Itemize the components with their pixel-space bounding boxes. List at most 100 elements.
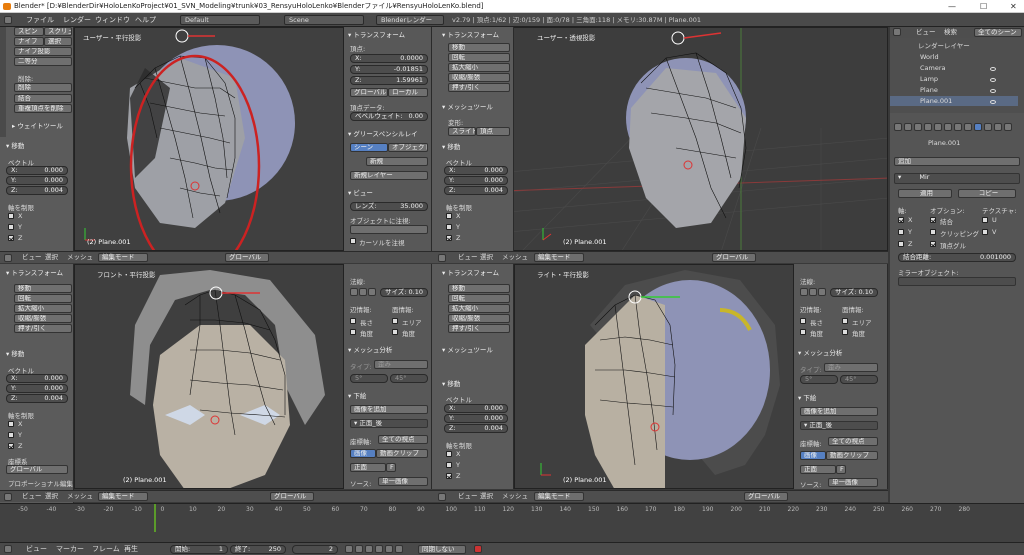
f-button[interactable]: F [386,463,396,472]
outliner-view-menu[interactable]: ビュー [916,27,936,38]
axis-z-checkbox[interactable] [8,235,14,241]
timeline-marker-menu[interactable]: マーカー [56,543,84,555]
header-view-menu[interactable]: ビュー [22,252,42,263]
timeline-playback-menu[interactable]: 再生 [124,543,138,555]
br-face-angle-checkbox[interactable] [842,329,848,335]
source-selector[interactable]: 単一画像 [378,477,428,486]
mesh-tools-section[interactable]: ▾ メッシュツール [442,101,493,111]
br-analysis-max-field[interactable]: 45° [840,375,878,384]
front-image-button[interactable]: 正面 [350,463,386,472]
menu-file[interactable]: ファイル [26,13,54,27]
analysis-min-field[interactable]: 5° [350,374,388,383]
shrink-fatten-button[interactable]: 収縮/膨張 [448,73,510,82]
br-f-button[interactable]: F [836,465,846,474]
mid-y-field[interactable]: Y: 0.000 [444,176,508,185]
header2-view-menu[interactable]: ビュー [458,252,478,263]
knife-button[interactable]: ナイフ [14,37,44,46]
select-button[interactable]: 選択 [44,37,72,46]
push-pull-button[interactable]: 押す/引く [448,83,510,92]
bm-x-field[interactable]: X: 0.000 [444,404,508,413]
viewport-user-ortho[interactable]: ユーザー・平行投影 (2) Plane.001 [74,27,344,251]
mid-axis-y[interactable] [446,224,452,230]
move-z-field[interactable]: Z: 0.004 [6,186,68,195]
start-frame-field[interactable]: 開始: 1 [170,545,228,554]
mesh-analysis-section[interactable]: ▾ メッシュ分析 [348,344,392,354]
move-y-field[interactable]: Y: 0.000 [6,176,68,185]
mode-selector-3[interactable]: 編集モード [98,492,148,501]
br-front-image-button[interactable]: 正面 [800,465,836,474]
analysis-max-field[interactable]: 45° [390,374,428,383]
plane001-visibility-icon[interactable] [990,100,996,104]
mode-selector-4[interactable]: 編集モード [534,492,584,501]
mid-z-field[interactable]: Z: 0.004 [444,186,508,195]
outliner-item-lamp[interactable]: Lamp [890,74,1018,84]
merge-button[interactable]: 結合 [14,94,72,103]
apply-modifier-button[interactable]: 適用 [898,189,952,198]
header3-mesh-menu[interactable]: メッシュ [67,491,93,502]
header4-view-menu[interactable]: ビュー [458,491,478,502]
next-keyframe-icon[interactable] [385,545,393,553]
current-frame-field[interactable]: 2 [292,545,338,554]
maximize-button[interactable]: ☐ [980,0,987,13]
local-button[interactable]: ローカル [388,88,428,97]
header-mesh-menu[interactable]: メッシュ [67,252,93,263]
lock-cursor-checkbox[interactable] [350,238,356,244]
layout-selector[interactable]: Default [180,15,260,25]
bl-rotate-button[interactable]: 回転 [14,294,72,303]
orientation-selector-4[interactable]: グローバル [744,492,788,501]
render-engine-selector[interactable]: Blenderレンダー [376,15,444,25]
br-normal-loop-icon[interactable] [809,288,817,296]
viewport-front-ortho[interactable]: フロント・平行投影 (2) Plane.001 [74,264,344,489]
current-frame-indicator[interactable] [154,504,156,532]
mid-transform-section[interactable]: ▾ トランスフォーム [442,29,499,39]
bm-y-field[interactable]: Y: 0.000 [444,414,508,423]
bl-axis-z[interactable] [8,443,14,449]
background-item[interactable]: ▾ 正面_後 [350,419,428,428]
bm-axis-x[interactable] [446,451,452,457]
bl-push-button[interactable]: 押す/引く [14,324,72,333]
image-source-button[interactable]: 画像 [350,449,376,458]
movie-clip-button[interactable]: 動画クリップ [376,449,428,458]
scene-selector[interactable]: Scene [284,15,364,25]
bm-z-field[interactable]: Z: 0.004 [444,424,508,433]
header3-select-menu[interactable]: 選択 [45,491,58,502]
outliner-editor-icon[interactable] [893,28,901,36]
bm-axis-z[interactable] [446,473,452,479]
bl-x-field[interactable]: X: 0.000 [6,374,68,383]
texture-v-checkbox[interactable] [982,229,988,235]
background-images-section[interactable]: ▾ 下絵 [348,390,366,400]
bl-scale-button[interactable]: 拡大縮小 [14,304,72,313]
transform-section[interactable]: ▾ トランスフォーム [348,29,405,39]
add-modifier-dropdown[interactable]: 追加 [894,157,1020,166]
view-section[interactable]: ▾ ビュー [348,187,373,197]
br-background-item[interactable]: ▾ 正面_後 [800,421,878,430]
timeline-editor-icon[interactable] [4,545,12,553]
play-reverse-icon[interactable] [365,545,373,553]
br-source-selector[interactable]: 単一画像 [828,478,878,487]
normal-loop-icon[interactable] [359,288,367,296]
delete-dropdown[interactable]: 削除 [14,83,72,92]
new-button[interactable]: 新規 [366,157,428,166]
scale-button[interactable]: 拡大縮小 [448,63,510,72]
mid-move-section[interactable]: ▾ 移動 [442,141,460,151]
rotate-button[interactable]: 回転 [448,53,510,62]
outliner-search-menu[interactable]: 検索 [944,27,957,38]
editor-type-icon-4[interactable] [438,493,446,501]
bl-axis-y[interactable] [8,432,14,438]
bm-push-button[interactable]: 押す/引く [448,324,510,333]
br-face-area-checkbox[interactable] [842,318,848,324]
bm-axis-y[interactable] [446,462,452,468]
orientation-selector-2[interactable]: グローバル [712,253,756,262]
br-edge-length-checkbox[interactable] [800,318,806,324]
edge-length-checkbox[interactable] [350,318,356,324]
orientation-selector[interactable]: グローバル [225,253,269,262]
mode-selector[interactable]: 編集モード [98,253,148,262]
header3-view-menu[interactable]: ビュー [22,491,42,502]
header-select-menu[interactable]: 選択 [45,252,58,263]
normal-face-icon[interactable] [368,288,376,296]
br-add-image-button[interactable]: 画像を追加 [800,407,878,416]
menu-help[interactable]: ヘルプ [135,13,156,27]
grease-pencil-section[interactable]: ▾ グリースペンシルレイ [348,128,418,138]
minimize-button[interactable]: — [948,0,956,13]
merge-checkbox[interactable] [930,217,936,223]
